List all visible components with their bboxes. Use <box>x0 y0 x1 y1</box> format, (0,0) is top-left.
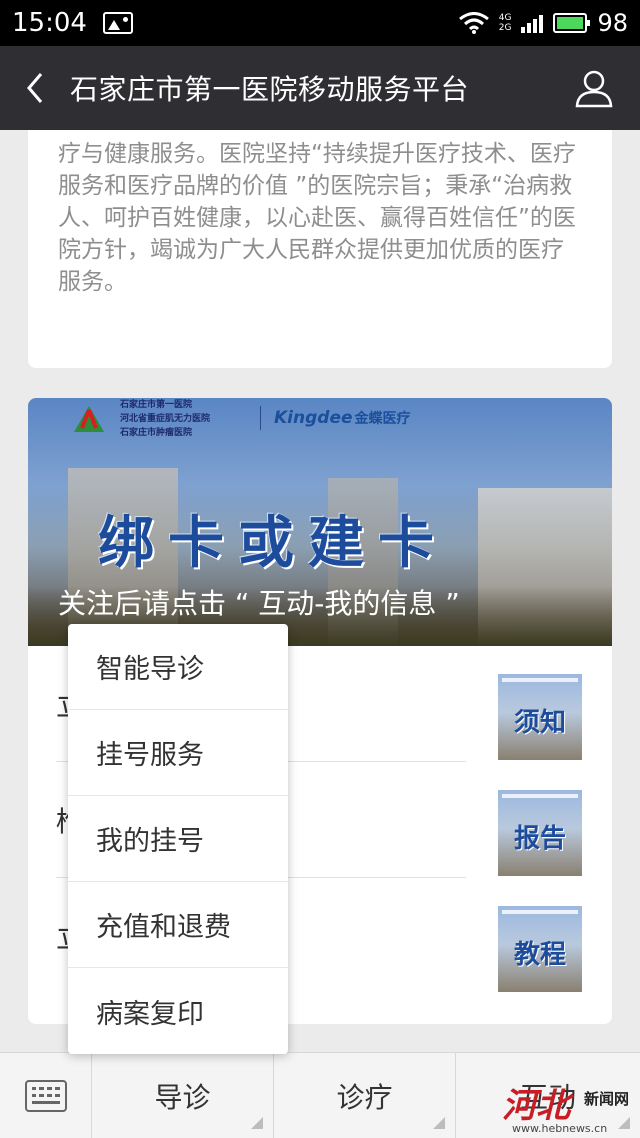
image-notification-icon <box>102 12 133 34</box>
list-item-thumbnail: 须知 <box>498 674 582 760</box>
banner-hospital-name: 石家庄市第一医院 <box>120 400 193 410</box>
tab-label: 导诊 <box>154 1081 211 1114</box>
watermark-url: www.hebnews.cn <box>512 1122 608 1135</box>
thumbnail-label: 报告 <box>513 824 566 854</box>
list-item-thumbnail: 报告 <box>498 790 582 876</box>
network-type-icon: 4G 2G <box>499 13 512 33</box>
chevron-left-icon[interactable] <box>0 46 70 130</box>
brand-name-cn: 金蝶医疗 <box>354 411 411 427</box>
menu-item-smart-guide[interactable]: 智能导诊 <box>68 624 288 710</box>
menu-item-recharge-refund[interactable]: 充值和退费 <box>68 882 288 968</box>
battery-icon <box>553 13 591 33</box>
bind-card-banner[interactable]: 石家庄市第一医院 河北省重症肌无力医院 石家庄市肿瘤医院 Kingdee 金蝶医疗… <box>28 398 612 646</box>
wifi-icon <box>458 12 489 34</box>
hebnews-watermark: 河北 新闻网 www.hebnews.cn <box>502 1078 632 1136</box>
kingdee-brand: Kingdee 金蝶医疗 <box>274 408 411 428</box>
thumbnail-label: 须知 <box>513 708 566 738</box>
status-right: 4G 2G 98 <box>458 9 628 37</box>
guide-submenu: 智能导诊 挂号服务 我的挂号 充值和退费 病案复印 <box>68 624 288 1054</box>
list-item-thumbnail: 教程 <box>498 906 582 992</box>
tab-guide[interactable]: 导诊 <box>92 1053 274 1138</box>
watermark-logo: 河北 <box>502 1086 570 1126</box>
user-icon[interactable] <box>574 68 614 108</box>
banner-title: 绑卡或建卡 <box>98 510 448 576</box>
keyboard-icon <box>24 1080 67 1112</box>
keyboard-toggle-button[interactable] <box>0 1053 92 1138</box>
title-bar: 石家庄市第一医院移动服务平台 <box>0 46 640 130</box>
watermark-name: 新闻网 <box>584 1090 630 1108</box>
hospital-logo-icon <box>74 406 104 432</box>
intro-card: 疗与健康服务。医院坚持“持续提升医疗技术、医疗服务和医疗品牌的价值 ”的医院宗旨… <box>28 130 612 368</box>
brand-name: Kingdee <box>274 408 353 428</box>
network-type-bottom: 2G <box>498 23 512 33</box>
status-bar: 15:04 4G 2G 98 <box>0 0 640 46</box>
tab-label: 诊疗 <box>336 1081 393 1114</box>
banner-divider <box>260 406 261 430</box>
menu-item-record-copy[interactable]: 病案复印 <box>68 968 288 1054</box>
banner-hospital-names: 石家庄市第一医院 河北省重症肌无力医院 石家庄市肿瘤医院 <box>120 398 210 440</box>
tab-treatment[interactable]: 诊疗 <box>274 1053 456 1138</box>
network-type-top: 4G <box>498 13 512 23</box>
intro-text: 疗与健康服务。医院坚持“持续提升医疗技术、医疗服务和医疗品牌的价值 ”的医院宗旨… <box>58 141 576 295</box>
page-title: 石家庄市第一医院移动服务平台 <box>70 73 470 106</box>
banner-caption: 关注后请点击 “ 互动-我的信息 ” <box>58 587 460 620</box>
menu-item-registration[interactable]: 挂号服务 <box>68 710 288 796</box>
battery-level: 98 <box>597 9 628 37</box>
signal-icon <box>521 13 544 33</box>
thumbnail-label: 教程 <box>513 940 566 970</box>
status-time: 15:04 <box>12 8 87 38</box>
banner-hospital-name: 河北省重症肌无力医院 <box>120 414 211 424</box>
menu-item-my-registration[interactable]: 我的挂号 <box>68 796 288 882</box>
banner-hospital-name: 石家庄市肿瘤医院 <box>120 428 193 438</box>
